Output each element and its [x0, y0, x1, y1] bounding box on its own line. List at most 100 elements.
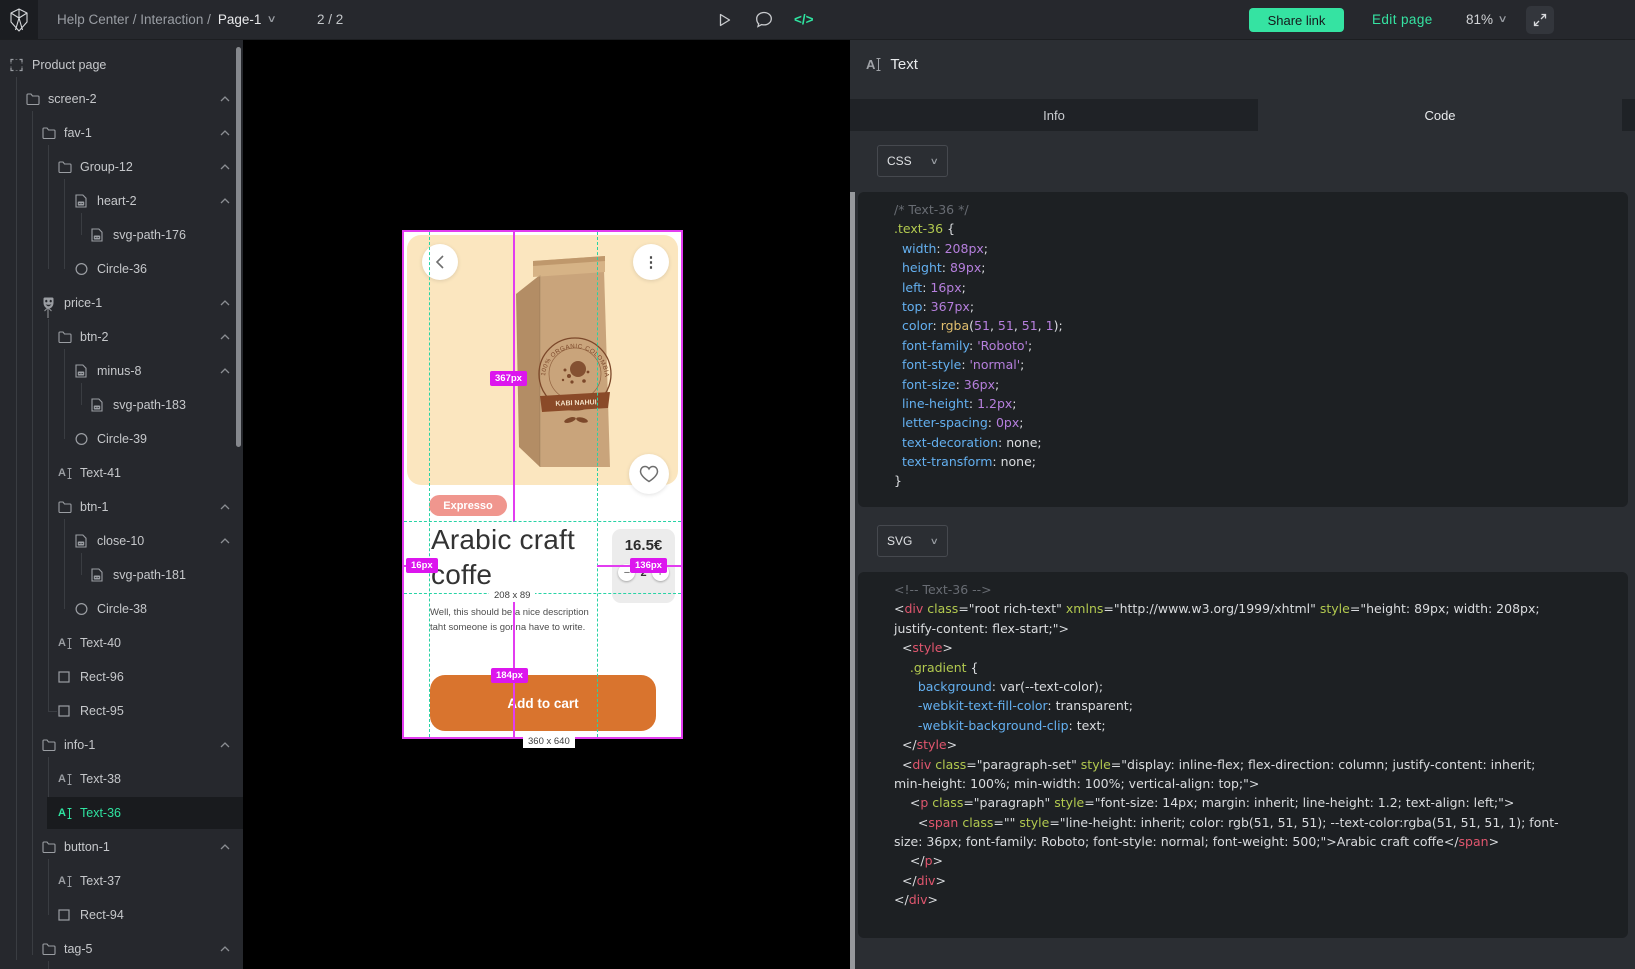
text-layer-icon: A: [58, 875, 72, 887]
chevron-up-icon[interactable]: [220, 96, 230, 102]
chevron-up-icon[interactable]: [220, 946, 230, 952]
breadcrumb-path: Help Center / Interaction /: [57, 12, 211, 27]
code-line: </div>: [894, 873, 1628, 892]
layer-row-rect-94[interactable]: Rect-94: [0, 899, 243, 931]
text-layer-icon: A: [58, 807, 72, 819]
code-line: width: 208px;: [894, 241, 1628, 260]
app-window: Help Center / Interaction / Page-1 ∨ 2 /…: [0, 0, 1635, 969]
code-line: line-height: 1.2px;: [894, 396, 1628, 415]
chevron-up-icon[interactable]: [220, 130, 230, 136]
folder-layer-icon: [42, 739, 56, 751]
layer-row-button-1[interactable]: button-1: [0, 831, 243, 863]
fullscreen-button[interactable]: [1526, 6, 1554, 34]
layer-row-screen-2[interactable]: screen-2: [0, 83, 243, 115]
layer-row-svg-path-181[interactable]: svg-path-181: [0, 559, 243, 591]
code-line: left: 16px;: [894, 280, 1628, 299]
layer-label: tag-5: [64, 942, 93, 956]
tab-code[interactable]: Code: [1258, 99, 1622, 131]
top-bar: Help Center / Interaction / Page-1 ∨ 2 /…: [0, 0, 1635, 40]
layer-label: Text-37: [80, 874, 121, 888]
layer-row-rect-95[interactable]: Rect-95: [0, 695, 243, 727]
layer-row-circle-36[interactable]: Circle-36: [0, 253, 243, 285]
layer-label: info-1: [64, 738, 95, 752]
layer-row-text-38[interactable]: AText-38: [0, 763, 243, 795]
sidebar-scrollbar[interactable]: [236, 47, 241, 447]
layer-row-heart-2[interactable]: heart-2: [0, 185, 243, 217]
add-to-cart-button[interactable]: Add to cart: [430, 675, 656, 731]
layer-row-fav-1[interactable]: fav-1: [0, 117, 243, 149]
more-options-button[interactable]: ⋮: [633, 244, 669, 280]
chevron-up-icon[interactable]: [220, 538, 230, 544]
circle-layer-icon: [75, 433, 88, 446]
layer-row-rect-96[interactable]: Rect-96: [0, 661, 243, 693]
product-title[interactable]: Arabic craft coffe: [431, 522, 598, 593]
code-line: </div>: [894, 892, 1628, 911]
layer-row-tag-5[interactable]: tag-5: [0, 933, 243, 965]
layer-row-info-1[interactable]: info-1: [0, 729, 243, 761]
tab-info[interactable]: Info: [850, 99, 1258, 131]
layer-label: btn-1: [80, 500, 109, 514]
panel-scrollbar[interactable]: [850, 192, 855, 969]
edit-page-link[interactable]: Edit page: [1372, 0, 1433, 39]
chevron-up-icon[interactable]: [220, 742, 230, 748]
rect-layer-icon: [58, 705, 70, 717]
code-line: -webkit-background-clip: text;: [894, 718, 1628, 737]
layer-row-minus-8[interactable]: minus-8: [0, 355, 243, 387]
layer-row-close-10[interactable]: close-10: [0, 525, 243, 557]
layer-row-text-36[interactable]: A Text-36: [0, 797, 243, 829]
layer-label: price-1: [64, 296, 102, 310]
layer-row-group-12[interactable]: Group-12: [0, 151, 243, 183]
chevron-down-icon: ∨: [930, 156, 939, 167]
code-view-button[interactable]: </>: [794, 0, 814, 39]
app-logo[interactable]: [0, 0, 38, 39]
folder-layer-icon: [58, 161, 72, 173]
share-link-button[interactable]: Share link: [1249, 8, 1344, 32]
inspector-title: Text: [890, 56, 918, 73]
chevron-up-icon[interactable]: [220, 334, 230, 340]
code-line: text-decoration: none;: [894, 435, 1628, 454]
coffee-bag-image: 100% ORGANIC COLOMBIAN COFFEE KABI NAHUI: [504, 248, 624, 480]
play-button[interactable]: [716, 0, 732, 39]
css-code-block[interactable]: /* Text-36 */.text-36 { width: 208px; he…: [858, 192, 1628, 507]
layer-label: svg-path-181: [113, 568, 186, 582]
favorite-button[interactable]: [629, 454, 669, 494]
code-line: height: 89px;: [894, 260, 1628, 279]
layer-label: Text-36: [80, 806, 121, 820]
code-line: -webkit-text-fill-color: transparent;: [894, 698, 1628, 717]
svg-format-dropdown[interactable]: SVG ∨: [877, 525, 948, 557]
layer-row-btn-2[interactable]: btn-2: [0, 321, 243, 353]
css-format-dropdown[interactable]: CSS ∨: [877, 145, 948, 177]
comment-button[interactable]: [755, 0, 773, 39]
design-canvas[interactable]: 100% ORGANIC COLOMBIAN COFFEE KABI NAHUI: [243, 40, 850, 969]
chevron-up-icon[interactable]: [220, 844, 230, 850]
back-button[interactable]: [422, 244, 458, 280]
artboard-screen-2[interactable]: 100% ORGANIC COLOMBIAN COFFEE KABI NAHUI: [404, 232, 681, 737]
layer-row-circle-39[interactable]: Circle-39: [0, 423, 243, 455]
heart-icon: [639, 465, 659, 483]
layer-row-text-40[interactable]: AText-40: [0, 627, 243, 659]
breadcrumb[interactable]: Help Center / Interaction / Page-1 ∨: [57, 0, 276, 39]
svgfile-layer-icon: [75, 365, 87, 378]
chevron-up-icon[interactable]: [220, 504, 230, 510]
layer-label: Text-40: [80, 636, 121, 650]
code-line: size: 36px; font-family: Roboto; font-st…: [894, 834, 1628, 853]
layer-row-text-37[interactable]: A Text-37: [0, 865, 243, 897]
layer-row-product page[interactable]: Product page: [0, 49, 243, 81]
code-line: min-height: 100%; min-width: 100%; verti…: [894, 776, 1628, 795]
chevron-up-icon[interactable]: [220, 198, 230, 204]
chevron-up-icon[interactable]: [220, 164, 230, 170]
layer-row-svg-path-176[interactable]: svg-path-176: [0, 219, 243, 251]
zoom-level-dropdown[interactable]: 81% ∨: [1466, 0, 1506, 39]
layer-row-text-41[interactable]: AText-41: [0, 457, 243, 489]
layer-row-btn-1[interactable]: btn-1: [0, 491, 243, 523]
layer-row-circle-38[interactable]: Circle-38: [0, 593, 243, 625]
measure-badge-right: 136px: [630, 558, 667, 573]
svg-code-block[interactable]: <!-- Text-36 --><div class="root rich-te…: [858, 572, 1628, 938]
chevron-up-icon[interactable]: [220, 300, 230, 306]
code-line: <div class="paragraph-set" style="displa…: [894, 757, 1628, 776]
guide-line-right: [597, 232, 598, 737]
layer-row-price-1[interactable]: price-1: [0, 287, 243, 319]
component-layer-icon: [42, 297, 55, 310]
chevron-up-icon[interactable]: [220, 368, 230, 374]
layer-row-svg-path-183[interactable]: svg-path-183: [0, 389, 243, 421]
